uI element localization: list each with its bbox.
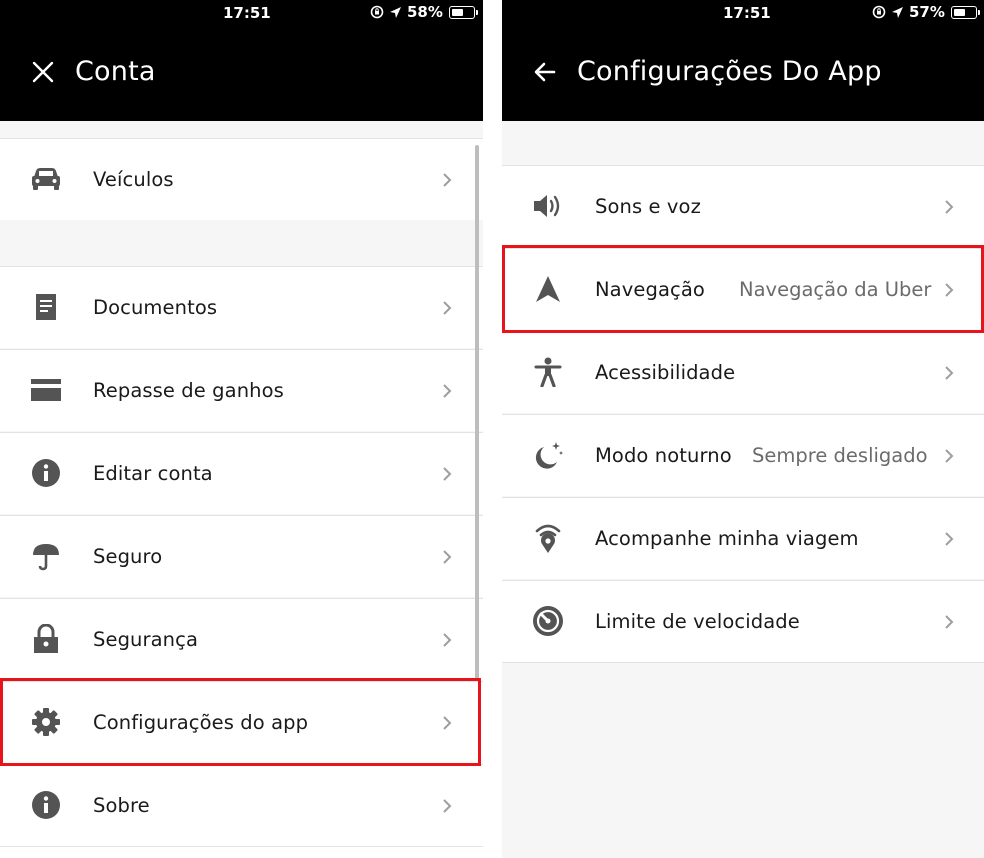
status-icons: 58% (370, 3, 478, 21)
speaker-icon (532, 190, 564, 222)
header: 17:51 57% Configurações Do App (502, 0, 984, 121)
list-item-payouts[interactable]: Repasse de ganhos (0, 349, 483, 431)
list-item-insurance[interactable]: Seguro (0, 515, 483, 597)
battery-percent: 57% (909, 3, 945, 21)
gear-icon (30, 706, 62, 738)
info-icon (30, 789, 62, 821)
chevron-right-icon (945, 449, 954, 463)
umbrella-icon (30, 540, 62, 572)
list-item-speed-limit[interactable]: Limite de velocidade (502, 580, 984, 663)
list-item-label: Editar conta (93, 462, 213, 485)
list-item-label: Modo noturno (595, 444, 732, 467)
list-item-navigation[interactable]: Navegação Navegação da Uber (502, 248, 984, 330)
battery-icon (950, 5, 980, 19)
card-icon (30, 374, 62, 406)
list-item-sound-voice[interactable]: Sons e voz (502, 165, 984, 247)
moon-icon (532, 439, 564, 471)
chevron-right-icon (443, 301, 452, 315)
location-arrow-icon (892, 6, 903, 18)
accessibility-icon (532, 356, 564, 388)
list-item-documents[interactable]: Documentos (0, 266, 483, 348)
navigation-value: Navegação da Uber (739, 278, 932, 301)
speedometer-icon (532, 605, 564, 637)
chevron-right-icon (945, 532, 954, 546)
list-item-label: Segurança (93, 628, 199, 651)
chevron-right-icon (443, 716, 452, 730)
divider (0, 846, 483, 847)
list-item-night-mode[interactable]: Modo noturno Sempre desligado (502, 414, 984, 496)
navigation-arrow-icon (532, 273, 564, 305)
document-icon (30, 291, 62, 323)
chevron-right-icon (443, 467, 452, 481)
page-title: Conta (75, 56, 156, 87)
app-settings-screen: 17:51 57% Configurações Do App Sons e vo… (502, 0, 984, 858)
chevron-right-icon (443, 550, 452, 564)
list-item-accessibility[interactable]: Acessibilidade (502, 331, 984, 413)
chevron-right-icon (443, 173, 452, 187)
chevron-right-icon (443, 384, 452, 398)
list-item-label: Acompanhe minha viagem (595, 527, 859, 550)
chevron-right-icon (945, 200, 954, 214)
status-icons: 57% (872, 3, 980, 21)
list-item-label: Repasse de ganhos (93, 379, 284, 402)
list-item-label: Sobre (93, 794, 150, 817)
battery-percent: 58% (407, 3, 443, 21)
list-item-app-settings[interactable]: Configurações do app (0, 681, 483, 763)
list-item-label: Limite de velocidade (595, 610, 800, 633)
location-signal-icon (532, 522, 564, 554)
status-time: 17:51 (223, 4, 271, 22)
location-arrow-icon (390, 6, 401, 18)
chevron-right-icon (443, 799, 452, 813)
list-item-label: Seguro (93, 545, 163, 568)
close-icon[interactable] (27, 56, 59, 88)
rotation-lock-icon (872, 5, 886, 19)
list-item-label: Documentos (93, 296, 218, 319)
list-item-label: Veículos (93, 168, 174, 191)
scrollbar[interactable] (475, 145, 479, 680)
list-item-label: Acessibilidade (595, 361, 736, 384)
chevron-right-icon (945, 615, 954, 629)
battery-icon (448, 5, 478, 19)
lock-icon (30, 623, 62, 655)
list-item-edit-account[interactable]: Editar conta (0, 432, 483, 514)
chevron-right-icon (443, 633, 452, 647)
list-item-follow-my-ride[interactable]: Acompanhe minha viagem (502, 497, 984, 579)
account-screen: 17:51 58% Conta Veículos Documentos Repa… (0, 0, 483, 858)
page-title: Configurações Do App (577, 56, 882, 87)
list-item-about[interactable]: Sobre (0, 764, 483, 858)
chevron-right-icon (945, 366, 954, 380)
night-mode-value: Sempre desligado (752, 444, 928, 467)
info-icon (30, 457, 62, 489)
list-item-security[interactable]: Segurança (0, 598, 483, 680)
header: 17:51 58% Conta (0, 0, 483, 121)
chevron-right-icon (945, 283, 954, 297)
status-time: 17:51 (723, 4, 771, 22)
list-item-label: Navegação (595, 278, 705, 301)
list-item-vehicles[interactable]: Veículos (0, 138, 483, 220)
list-item-label: Sons e voz (595, 195, 701, 218)
car-icon (30, 163, 62, 195)
list-item-label: Configurações do app (93, 711, 309, 734)
rotation-lock-icon (370, 5, 384, 19)
back-arrow-icon[interactable] (529, 56, 561, 88)
